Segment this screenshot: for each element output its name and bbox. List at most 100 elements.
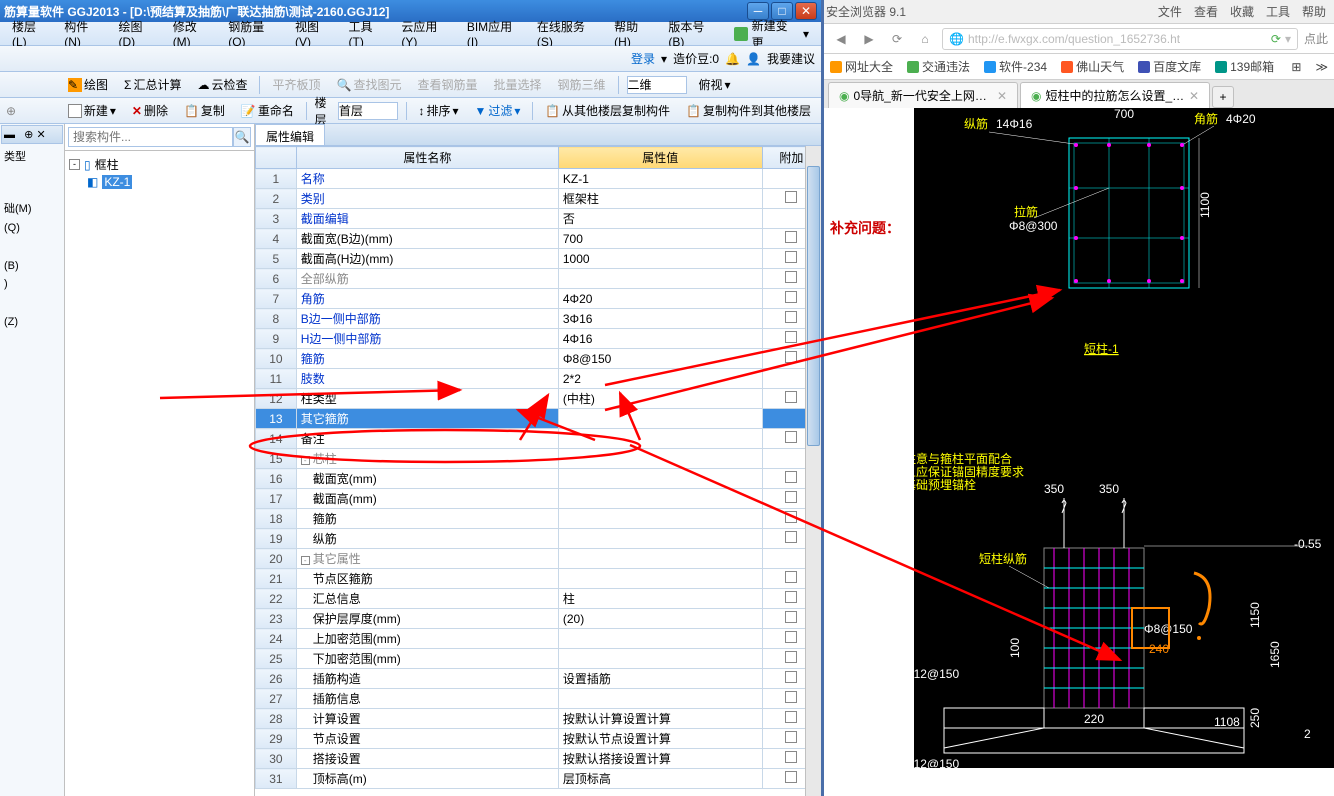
property-row[interactable]: 11肢数2*2 [256,369,821,389]
checkbox-icon[interactable] [785,471,797,483]
tb-3d[interactable]: 钢筋三维 [553,74,609,95]
bell-icon[interactable]: 🔔 [725,52,740,66]
property-value[interactable]: 4Φ20 [558,289,762,309]
property-row[interactable]: 27 插筋信息 [256,689,821,709]
property-row[interactable]: 24 上加密范围(mm) [256,629,821,649]
property-value[interactable]: 按默认搭接设置计算 [558,749,762,769]
checkbox-icon[interactable] [785,711,797,723]
property-value[interactable]: 按默认计算设置计算 [558,709,762,729]
tree-root[interactable]: - ▯ 框柱 [69,155,250,174]
checkbox-icon[interactable] [785,771,797,783]
scrollbar-thumb[interactable] [807,166,820,446]
dropdown-icon[interactable]: ▾ [1285,32,1291,46]
bm-fav[interactable]: 收藏 [1230,3,1254,20]
property-value[interactable] [558,569,762,589]
property-value[interactable]: 4Φ16 [558,329,762,349]
property-value[interactable] [558,489,762,509]
property-value[interactable] [558,529,762,549]
property-value[interactable] [558,469,762,489]
property-row[interactable]: 20-其它属性 [256,549,821,569]
property-value[interactable] [558,689,762,709]
checkbox-icon[interactable] [785,691,797,703]
checkbox-icon[interactable] [785,751,797,763]
tb-find[interactable]: 🔍查找图元 [332,74,405,95]
col-value[interactable]: 属性值 [558,147,762,169]
property-row[interactable]: 10箍筋Φ8@150 [256,349,821,369]
vertical-scrollbar[interactable] [805,146,821,796]
tb-sort[interactable]: ↕排序 ▾ [414,100,462,121]
checkbox-icon[interactable] [785,731,797,743]
property-row[interactable]: 19 纵筋 [256,529,821,549]
property-value[interactable]: KZ-1 [558,169,762,189]
checkbox-icon[interactable] [785,311,797,323]
extension-icon[interactable]: ⊞ [1291,60,1301,74]
property-row[interactable]: 22 汇总信息柱 [256,589,821,609]
tree-leaf-kz1[interactable]: ◧ KZ-1 [87,174,250,190]
property-value-input[interactable] [563,411,758,427]
tb-copy[interactable]: 📋复制 [180,100,229,121]
browser-tab[interactable]: ◉短柱中的拉筋怎么设置_广联达服✕ [1020,82,1210,108]
property-row[interactable]: 4截面宽(B边)(mm)700 [256,229,821,249]
tb-sum[interactable]: Σ 汇总计算 [120,74,185,95]
property-value[interactable] [558,409,762,429]
tb-batch[interactable]: 批量选择 [489,74,545,95]
property-value[interactable]: 2*2 [558,369,762,389]
property-row[interactable]: 23 保护层厚度(mm)(20) [256,609,821,629]
bookmark-item[interactable]: 软件-234 [984,58,1047,75]
tab-close-icon[interactable]: ✕ [997,89,1007,103]
checkbox-icon[interactable] [785,251,797,263]
tb-cloud[interactable]: ☁ 云检查 [193,74,251,95]
property-row[interactable]: 30 搭接设置按默认搭接设置计算 [256,749,821,769]
cat-q[interactable]: (Q) [0,219,64,237]
property-value[interactable] [558,269,762,289]
property-row[interactable]: 9H边一侧中部筋4Φ16 [256,329,821,349]
property-value[interactable]: 设置插筋 [558,669,762,689]
property-row[interactable]: 25 下加密范围(mm) [256,649,821,669]
tb-rename[interactable]: 📝重命名 [237,100,298,121]
property-value[interactable]: 层顶标高 [558,769,762,789]
property-value[interactable]: 否 [558,209,762,229]
extra-link[interactable]: 点此 [1304,30,1328,47]
property-row[interactable]: 13其它箍筋 [256,409,821,429]
bm-file[interactable]: 文件 [1158,3,1182,20]
home-button[interactable]: ⌂ [914,28,936,50]
browser-tab[interactable]: ◉0导航_新一代安全上网导航✕ [828,82,1018,108]
property-row[interactable]: 7角筋4Φ20 [256,289,821,309]
tb-copy-from[interactable]: 📋从其他楼层复制构件 [541,100,674,121]
cat-paren[interactable]: ) [0,275,64,293]
checkbox-icon[interactable] [785,231,797,243]
property-value[interactable]: 1000 [558,249,762,269]
tb-new[interactable]: 新建 ▾ [64,100,120,121]
tb-delete[interactable]: ✕删除 [128,100,172,121]
property-value[interactable] [558,449,762,469]
property-row[interactable]: 8B边一侧中部筋3Φ16 [256,309,821,329]
login-link[interactable]: 登录 [631,50,655,67]
cat-type[interactable]: 类型 [0,145,64,167]
category-tab[interactable]: ▬ ⊕ ✕ [1,125,63,144]
property-value[interactable]: 柱 [558,589,762,609]
checkbox-icon[interactable] [785,391,797,403]
checkbox-icon[interactable] [785,531,797,543]
property-row[interactable]: 15-芯柱 [256,449,821,469]
search-input[interactable] [68,127,233,147]
col-name[interactable]: 属性名称 [296,147,558,169]
checkbox-icon[interactable] [785,191,797,203]
checkbox-icon[interactable] [785,571,797,583]
tb-copy-to[interactable]: 📋复制构件到其他楼层 [682,100,815,121]
reload-button[interactable]: ⟳ [886,28,908,50]
bookmark-item[interactable]: 139邮箱 [1215,58,1274,75]
bookmark-item[interactable]: 佛山天气 [1061,58,1124,75]
bookmark-item[interactable]: 百度文库 [1138,58,1201,75]
checkbox-icon[interactable] [785,491,797,503]
property-row[interactable]: 29 节点设置按默认节点设置计算 [256,729,821,749]
checkbox-icon[interactable] [785,651,797,663]
checkbox-icon[interactable] [785,671,797,683]
property-row[interactable]: 17 截面高(mm) [256,489,821,509]
property-row[interactable]: 2类别框架柱 [256,189,821,209]
property-row[interactable]: 16 截面宽(mm) [256,469,821,489]
tb-top-view[interactable]: 俯视 ▾ [695,74,735,95]
view-mode-combo[interactable] [627,76,687,94]
url-bar[interactable]: 🌐 http://e.fwxgx.com/question_1652736.ht… [942,28,1298,50]
property-row[interactable]: 18 箍筋 [256,509,821,529]
checkbox-icon[interactable] [785,291,797,303]
